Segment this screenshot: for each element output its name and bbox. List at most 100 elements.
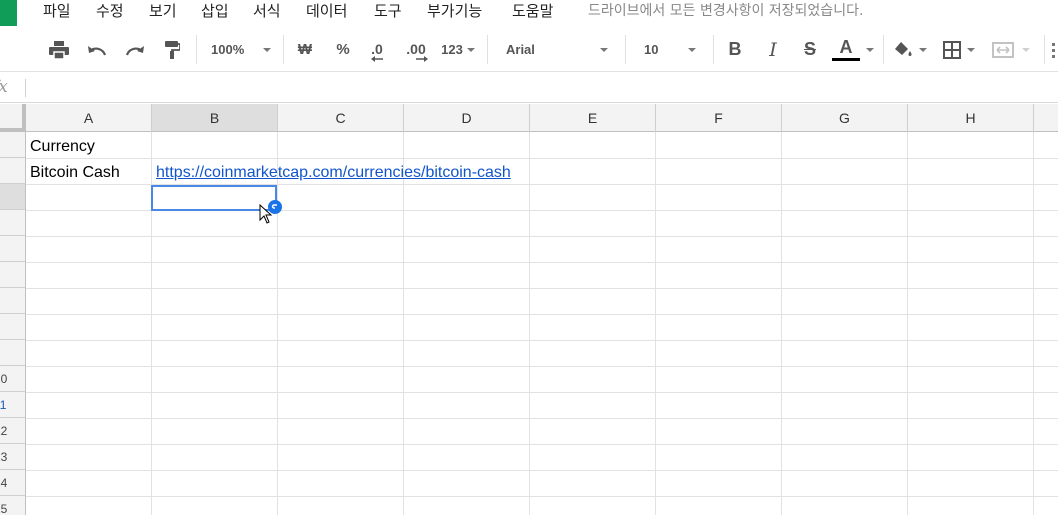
strikethrough-button[interactable]: S (797, 27, 823, 72)
fill-color-button[interactable] (890, 27, 930, 72)
undo-icon (88, 45, 107, 55)
row-header-15[interactable]: 15 (0, 496, 26, 515)
column-header-h[interactable]: H (908, 104, 1034, 132)
chevron-down-icon (263, 47, 271, 52)
column-header-b[interactable]: B (152, 104, 278, 132)
percent-icon: % (336, 41, 350, 58)
mouse-cursor-icon (259, 204, 273, 224)
zoom-select[interactable]: 100% (205, 27, 277, 72)
row-header-5[interactable] (0, 236, 26, 262)
fx-icon: fx (0, 77, 8, 97)
cell-a1[interactable]: Currency (26, 134, 151, 160)
text-color-glyph: A (839, 37, 853, 57)
toolbar: 100% ₩ % .0 .00 123 Arial 10 B I S A (0, 27, 1058, 72)
paint-format-button[interactable] (160, 27, 184, 72)
menu-edit[interactable]: 수정 (96, 1, 124, 21)
chevron-down-icon (688, 47, 696, 52)
row-number: 15 (0, 501, 8, 515)
row-header-2[interactable] (0, 158, 26, 184)
row-header-7[interactable] (0, 288, 26, 314)
text-color-button[interactable]: A (830, 27, 876, 72)
select-all-corner[interactable] (0, 104, 26, 132)
menu-view[interactable]: 보기 (149, 1, 177, 21)
row-number: 13 (0, 449, 8, 464)
column-header-d[interactable]: D (404, 104, 530, 132)
row-header-11[interactable]: 11 (0, 392, 26, 418)
menu-format[interactable]: 서식 (253, 1, 281, 21)
chevron-down-icon (1022, 47, 1030, 52)
decrease-decimal-label: .0 (371, 40, 383, 57)
chevron-down-icon (967, 47, 975, 52)
merge-cells-icon (992, 41, 1014, 58)
row-header-8[interactable] (0, 314, 26, 340)
row-header-12[interactable]: 12 (0, 418, 26, 444)
currency-format-button[interactable]: ₩ (292, 27, 318, 72)
chevron-down-icon (866, 47, 874, 52)
formula-input[interactable] (30, 73, 1050, 103)
italic-button[interactable]: I (760, 27, 786, 72)
borders-icon (943, 40, 961, 59)
save-status[interactable]: 드라이브에서 모든 변경사항이 저장되었습니다. (588, 1, 863, 21)
row-header-1[interactable] (0, 132, 26, 158)
formula-bar: fx (0, 73, 1058, 103)
text-color-icon: A (832, 38, 860, 61)
font-size-select[interactable]: 10 (636, 27, 704, 72)
strikethrough-icon: S (803, 39, 816, 59)
bold-icon: B (728, 39, 742, 59)
currency-icon: ₩ (297, 41, 313, 58)
menu-addons[interactable]: 부가기능 (427, 1, 482, 21)
zoom-value: 100% (211, 42, 245, 57)
row-header-4[interactable] (0, 210, 26, 236)
font-family-value: Arial (506, 42, 535, 57)
row-header-13[interactable]: 13 (0, 444, 26, 470)
column-header-f[interactable]: F (656, 104, 782, 132)
bold-button[interactable]: B (722, 27, 748, 72)
menu-file[interactable]: 파일 (43, 1, 71, 21)
merge-cells-button[interactable] (986, 27, 1036, 72)
row-number: 10 (0, 371, 8, 386)
redo-button[interactable] (122, 27, 148, 72)
arrow-right-icon (416, 55, 428, 62)
print-icon (49, 40, 69, 59)
undo-button[interactable] (84, 27, 110, 72)
text-color-swatch (832, 58, 860, 61)
menu-insert[interactable]: 삽입 (201, 1, 229, 21)
cell-a2[interactable]: Bitcoin Cash (26, 160, 151, 186)
print-button[interactable] (46, 27, 72, 72)
row-header-6[interactable] (0, 262, 26, 288)
increase-decimal-button[interactable]: .00 (400, 27, 432, 72)
column-header-e[interactable]: E (530, 104, 656, 132)
percent-format-button[interactable]: % (330, 27, 356, 72)
borders-button[interactable] (938, 27, 980, 72)
more-tools-button[interactable] (1050, 27, 1058, 72)
chevron-down-icon (466, 47, 475, 52)
column-header-i[interactable] (1034, 104, 1058, 132)
sheets-logo[interactable] (0, 0, 17, 26)
number-format-label: 123 (441, 42, 463, 57)
spreadsheet-grid[interactable]: A B C D E F G H 10 11 12 13 14 15 Curren… (0, 104, 1058, 515)
redo-icon (125, 45, 144, 55)
row-header-9[interactable] (0, 340, 26, 366)
font-family-select[interactable]: Arial (498, 27, 616, 72)
row-header-10[interactable]: 10 (0, 366, 26, 392)
menu-tools[interactable]: 도구 (374, 1, 402, 21)
row-number: 12 (0, 423, 8, 438)
arrow-left-icon (371, 55, 383, 62)
cell-b2-link[interactable]: https://coinmarketcap.com/currencies/bit… (152, 160, 511, 186)
number-format-select[interactable]: 123 (438, 27, 478, 72)
chevron-down-icon (919, 47, 927, 52)
fill-color-icon (895, 41, 912, 56)
row-header-3[interactable] (0, 184, 26, 210)
menu-bar: 파일 수정 보기 삽입 서식 데이터 도구 부가기능 도움말 드라이브에서 모든… (0, 0, 1058, 26)
column-header-g[interactable]: G (782, 104, 908, 132)
increase-decimal-label: .00 (406, 40, 426, 57)
chevron-down-icon (600, 47, 608, 52)
column-header-a[interactable]: A (26, 104, 152, 132)
decrease-decimal-button[interactable]: .0 (364, 27, 390, 72)
menu-help[interactable]: 도움말 (512, 1, 553, 21)
menu-data[interactable]: 데이터 (306, 1, 347, 21)
more-vertical-icon (1052, 42, 1055, 58)
italic-icon: I (769, 38, 777, 61)
row-header-14[interactable]: 14 (0, 470, 26, 496)
column-header-c[interactable]: C (278, 104, 404, 132)
